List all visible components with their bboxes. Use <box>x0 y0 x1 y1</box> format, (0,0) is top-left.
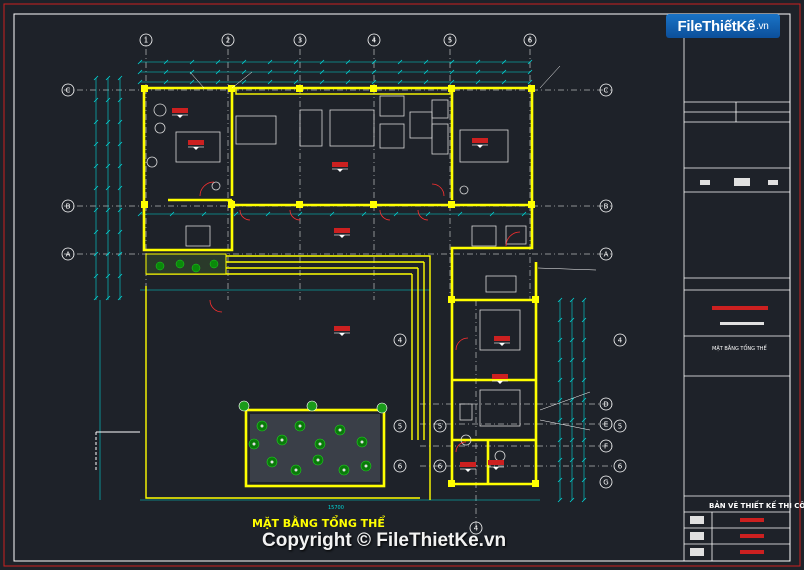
grid-bubble-col-mid: 4 <box>393 333 407 347</box>
tree <box>294 420 306 432</box>
title-block <box>683 14 790 561</box>
svg-text:6: 6 <box>438 463 443 471</box>
tree <box>314 438 326 450</box>
floor-plan-svg: 1 2 3 4 5 6C CB BA ADEFG445656456 <box>3 3 801 567</box>
garden-hatch <box>250 414 380 482</box>
planter-shrub <box>155 261 165 271</box>
svg-text:5: 5 <box>398 423 402 431</box>
svg-text:3: 3 <box>298 37 302 45</box>
shrub <box>238 400 250 412</box>
grid-bubble-col-top: 6 <box>523 33 537 47</box>
svg-text:A: A <box>604 251 609 259</box>
svg-text:1: 1 <box>144 37 148 45</box>
logo-text: FileThiếtKế <box>677 17 756 35</box>
copyright-watermark: Copyright © FileThietKe.vn <box>262 530 507 551</box>
svg-text:E: E <box>604 421 608 429</box>
tree <box>256 420 268 432</box>
svg-text:4: 4 <box>398 337 403 345</box>
svg-text:4: 4 <box>618 337 623 345</box>
shrub <box>376 402 388 414</box>
title-block-marks <box>690 178 778 556</box>
grid-bubble-row-right-lower: E <box>599 417 613 431</box>
elevation-marker <box>332 162 348 172</box>
grid-bubble-row-left: A <box>61 247 75 261</box>
svg-text:5: 5 <box>448 37 452 45</box>
elevation-marker <box>334 326 350 336</box>
tree <box>266 456 278 468</box>
svg-text:B: B <box>66 203 71 211</box>
grid-bubble-col-top: 3 <box>293 33 307 47</box>
tree <box>248 438 260 450</box>
title-block-red-marks <box>712 306 768 554</box>
grid-bubble-col-top: 5 <box>443 33 457 47</box>
elevation-marker <box>188 140 204 150</box>
tree <box>360 460 372 472</box>
svg-text:F: F <box>604 443 608 451</box>
svg-text:6: 6 <box>528 37 533 45</box>
grid-bubble-col-top: 2 <box>221 33 235 47</box>
grid-bubble-col-top: 4 <box>367 33 381 47</box>
tree <box>334 424 346 436</box>
tree <box>356 436 368 448</box>
grid-bubble-row-right-lower: G <box>599 475 613 489</box>
planter-shrub <box>209 259 219 269</box>
tree <box>290 464 302 476</box>
logo-suffix: .vn <box>756 20 769 32</box>
site-logo[interactable]: FileThiếtKế .vn <box>666 14 780 38</box>
planter-shrub <box>175 259 185 269</box>
svg-text:B: B <box>604 203 609 211</box>
grid-bubble-col-right: 4 <box>613 333 627 347</box>
svg-text:2: 2 <box>226 37 230 45</box>
grid-bubble-col-right: 5 <box>613 419 627 433</box>
svg-text:6: 6 <box>398 463 403 471</box>
elevation-marker <box>492 374 508 384</box>
svg-text:D: D <box>603 401 608 409</box>
elevation-marker <box>172 108 188 118</box>
svg-text:5: 5 <box>618 423 622 431</box>
overall-dimension: 15700 <box>328 505 344 511</box>
elevation-marker <box>472 138 488 148</box>
elevation-marker <box>494 336 510 346</box>
svg-text:G: G <box>603 479 608 487</box>
elevation-marker <box>460 462 476 472</box>
tree <box>338 464 350 476</box>
svg-text:6: 6 <box>618 463 623 471</box>
title-block-label-2: BẢN VẼ THIẾT KẾ THI CÔNG <box>709 502 804 510</box>
grid-bubble-col-mid: 5 <box>393 419 407 433</box>
grid-bubble-row-left: C <box>61 83 75 97</box>
cad-drawing-canvas: 123456CCBBAADEFG445656456 FileThiếtKế .vn… <box>0 0 804 570</box>
svg-text:C: C <box>66 87 71 95</box>
grid-bubble-col-mid: 5 <box>433 419 447 433</box>
gate <box>95 431 140 470</box>
tree <box>276 434 288 446</box>
svg-text:A: A <box>66 251 71 259</box>
svg-text:4: 4 <box>372 37 377 45</box>
shrub <box>306 400 318 412</box>
drawing-title: MẶT BẰNG TỔNG THỂ <box>252 517 385 530</box>
tree <box>312 454 324 466</box>
elevation-marker <box>488 460 504 470</box>
grid-bubble-row-left: B <box>61 199 75 213</box>
svg-text:C: C <box>604 87 609 95</box>
svg-text:5: 5 <box>438 423 442 431</box>
grid-bubble-row-right-lower: D <box>599 397 613 411</box>
grid-bubble-col-top: 1 <box>139 33 153 47</box>
title-block-label-1: MẶT BẰNG TỔNG THỂ <box>712 346 767 352</box>
furniture <box>146 95 527 462</box>
planter-shrub <box>191 263 201 273</box>
grid-bubble-col-mid: 6 <box>393 459 407 473</box>
grid-bubble-row-right-lower: F <box>599 439 613 453</box>
grid-bubble-col-right: 6 <box>613 459 627 473</box>
elevation-marker <box>334 228 350 238</box>
